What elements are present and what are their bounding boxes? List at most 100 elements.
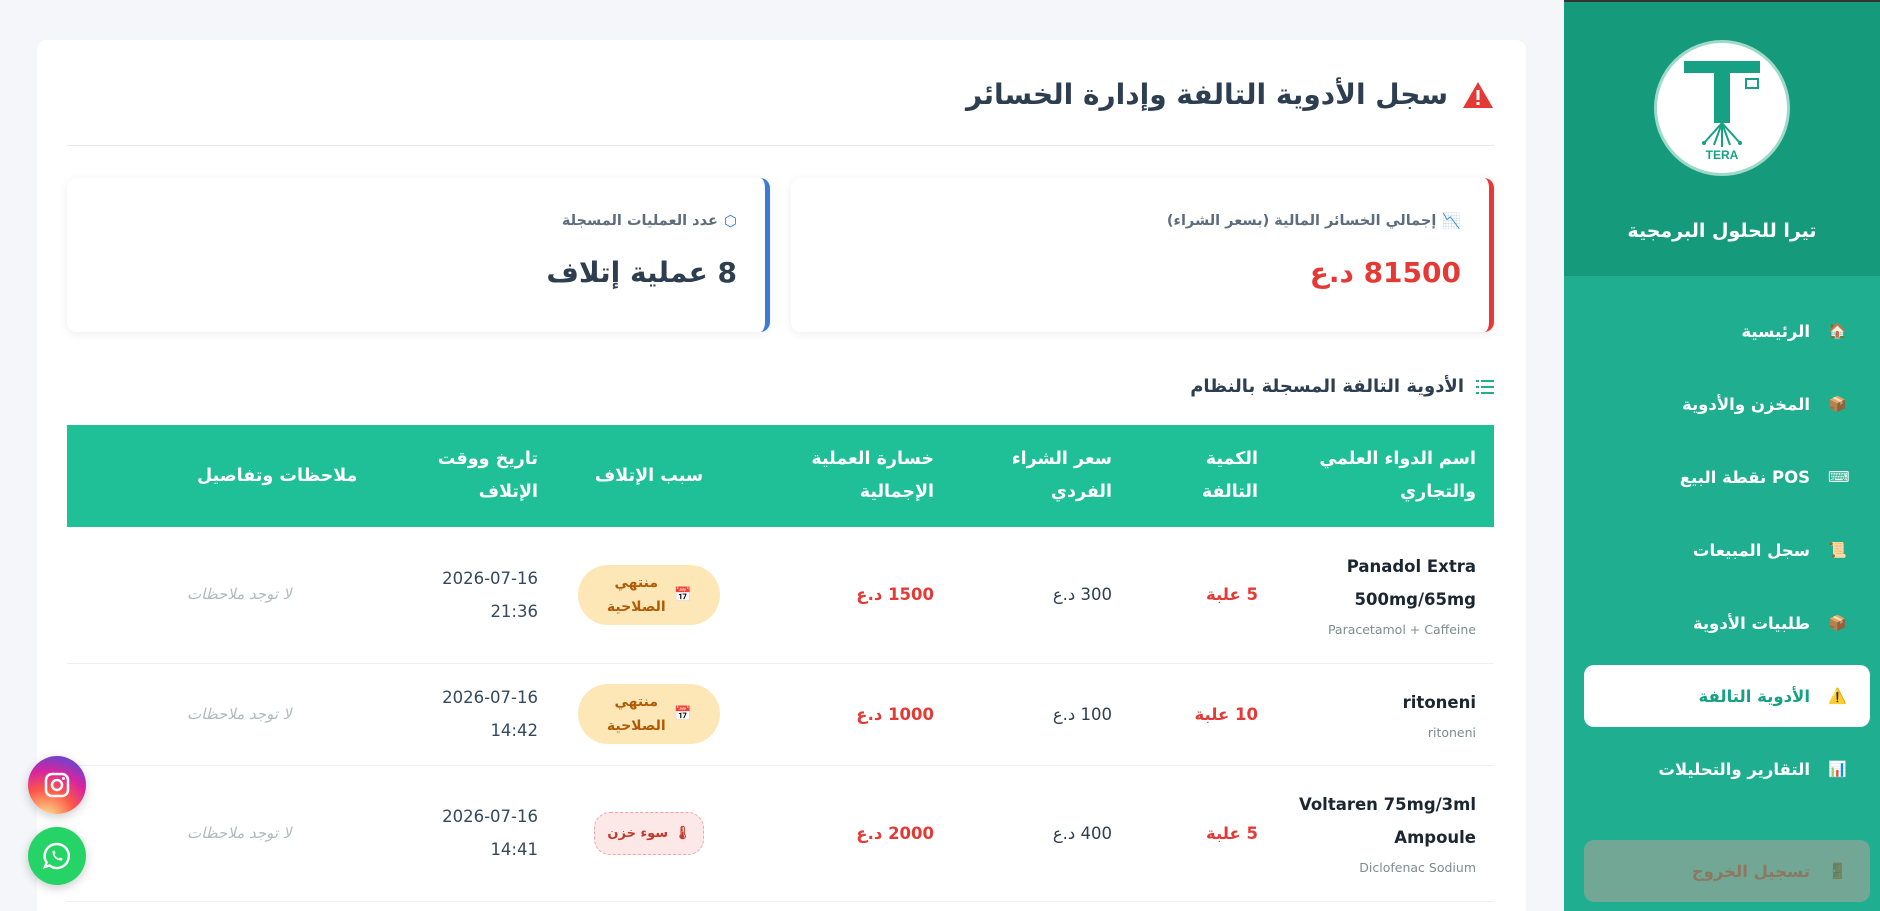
sidebar-item-label: طلبيات الأدوية [1692,613,1810,633]
col-header-reason: سبب الإتلاف [594,465,704,486]
table-row[interactable]: ritoneni ritoneni 10 علبة 100 د.ع 1000 د… [67,663,1494,765]
main-card: سجل الأدوية التالفة وإدارة الخسائر 📉 إجم… [37,40,1526,911]
date-text: 2026-07-16 [442,688,538,707]
reason-cell: 🌡 سوء خزن [556,765,742,901]
price-cell: 400 د.ع [1052,823,1112,843]
notes-cell: لا توجد ملاحظات [187,823,292,842]
instagram-icon [44,772,70,798]
total-loss-label: 📉 إجمالي الخسائر المالية (بسعر الشراء) [819,212,1461,230]
package-icon: 📦 [1828,614,1847,632]
divider [67,145,1494,146]
sidebar-item-pos[interactable]: نقطة البيع POS ⌨ [1584,446,1870,508]
sidebar: TERA تيرا للحلول البرمجية الرئيسية 🏠 الم… [1564,0,1880,911]
drug-name: ritoneni [1402,692,1476,712]
sidebar-item-label: سجل المبيعات [1692,540,1810,560]
table-row[interactable]: Panadol Extra 500mg/65mg Paracetamol + C… [67,527,1494,663]
reason-badge: 🌡 سوء خزن [594,811,704,855]
sidebar-item-inventory[interactable]: المخزن والأدوية 📦 [1584,373,1870,435]
sidebar-item-label: الرئيسية [1741,321,1810,341]
table-header-row: اسم الدواء العلمي والتجاري الكمية التالف… [67,425,1494,527]
logo-text: TERA [1706,148,1739,162]
bar-chart-icon: 📊 [1828,760,1847,778]
calendar-icon: 📅 [674,586,692,603]
reason-cell: 📅 منتهي الصلاحية [556,527,742,663]
box-icon: ⬡ [723,212,737,230]
operations-count-card: ⬡ عدد العمليات المسجلة 8 عملية إتلاف [67,178,770,332]
list-icon [1476,379,1494,394]
price-cell: 300 د.ع [1052,585,1112,605]
drug-name: Voltaren 75mg/3ml Ampoule [1298,795,1476,847]
drug-generic: Diclofenac Sodium [1359,860,1476,875]
sidebar-item-damaged[interactable]: الأدوية التالفة ⚠️ [1584,665,1870,727]
drug-generic: Paracetamol + Caffeine [1327,621,1476,637]
whatsapp-button[interactable] [28,827,86,885]
reason-badge: 📅 منتهي الصلاحية [578,564,720,625]
thermometer-icon: 🌡 [674,825,691,841]
time-text: 14:42 [490,721,538,740]
drug-generic: ritoneni [1427,724,1476,740]
brand-logo[interactable]: TERA [1654,40,1790,176]
chart-down-icon: 📉 [1442,212,1461,230]
section-title: الأدوية التالفة المسجلة بالنظام [1190,376,1494,397]
sidebar-item-reports[interactable]: التقارير والتحليلات 📊 [1584,738,1870,800]
sidebar-item-label: المخزن والأدوية [1681,394,1810,414]
total-loss-value: 81500 د.ع [1309,256,1461,289]
notes-cell: لا توجد ملاحظات [187,704,292,723]
whatsapp-icon [43,842,70,870]
damaged-medicines-table: اسم الدواء العلمي والتجاري الكمية التالف… [67,425,1494,902]
page-title-text: سجل الأدوية التالفة وإدارة الخسائر [966,78,1448,111]
notes-cell: لا توجد ملاحظات [187,585,292,604]
col-header-notes: ملاحظات وتفاصيل [197,465,358,486]
door-icon: 🚪 [1828,862,1847,880]
warning-icon: ⚠️ [1828,687,1847,705]
logout-label: تسجيل الخروج [1691,861,1810,881]
total-loss-card: 📉 إجمالي الخسائر المالية (بسعر الشراء) 8… [791,178,1494,332]
operations-count-value: 8 عملية إتلاف [546,256,737,289]
reason-badge: 📅 منتهي الصلاحية [578,684,720,744]
date-cell: 2026-07-16 21:36 [376,527,556,663]
col-header-loss: خسارة العملية الإجمالية [811,449,934,502]
col-header-price: سعر الشراء الفردي [1011,449,1112,502]
qty-cell: 10 علبة [1194,704,1258,724]
warning-icon [1463,81,1493,108]
reason-text: منتهي الصلاحية [606,694,666,734]
sidebar-item-label: التقارير والتحليلات [1658,759,1810,779]
receipt-icon: 📜 [1828,541,1847,559]
time-text: 21:36 [490,601,538,621]
col-header-name: اسم الدواء العلمي والتجاري [1319,449,1476,502]
col-header-qty: الكمية التالفة [1201,449,1258,502]
brand-block: TERA تيرا للحلول البرمجية [1564,2,1880,276]
total-loss-label-text: إجمالي الخسائر المالية (بسعر الشراء) [1166,213,1437,229]
logout-button[interactable]: تسجيل الخروج 🚪 [1584,840,1870,902]
house-icon: 🏠 [1828,322,1847,340]
date-cell: 2026-07-16 14:42 [376,663,556,765]
sidebar-item-orders[interactable]: طلبيات الأدوية 📦 [1584,592,1870,654]
reason-text: منتهي الصلاحية [606,574,666,615]
calendar-icon: 📅 [674,706,692,722]
sidebar-nav: الرئيسية 🏠 المخزن والأدوية 📦 نقطة البيع … [1564,276,1880,902]
section-title-text: الأدوية التالفة المسجلة بالنظام [1190,376,1464,397]
time-text: 14:41 [490,840,538,859]
loss-cell: 1000 د.ع [856,704,934,724]
package-icon: 📦 [1828,395,1847,413]
sidebar-item-home[interactable]: الرئيسية 🏠 [1584,300,1870,362]
col-header-date: تاريخ ووقت الإتلاف [437,449,538,502]
operations-count-label-text: عدد العمليات المسجلة [561,213,718,229]
sidebar-item-label: نقطة البيع POS [1679,467,1810,487]
date-text: 2026-07-16 [442,568,538,588]
operations-count-label: ⬡ عدد العمليات المسجلة [95,212,737,230]
pos-terminal-icon: ⌨ [1828,468,1850,486]
reason-cell: 📅 منتهي الصلاحية [556,663,742,765]
sidebar-item-sales-log[interactable]: سجل المبيعات 📜 [1584,519,1870,581]
loss-cell: 1500 د.ع [856,585,934,605]
brand-name: تيرا للحلول البرمجية [1627,220,1817,242]
drug-name: Panadol Extra 500mg/65mg [1346,556,1476,609]
reason-text: سوء خزن [607,825,669,841]
date-cell: 2026-07-16 14:41 [376,765,556,901]
table-row[interactable]: Voltaren 75mg/3ml Ampoule Diclofenac Sod… [67,765,1494,901]
tera-logo-icon: TERA [1684,61,1760,162]
price-cell: 100 د.ع [1052,704,1112,724]
sidebar-item-label: الأدوية التالفة [1698,686,1810,706]
qty-cell: 5 علبة [1206,823,1258,843]
instagram-button[interactable] [28,756,86,814]
